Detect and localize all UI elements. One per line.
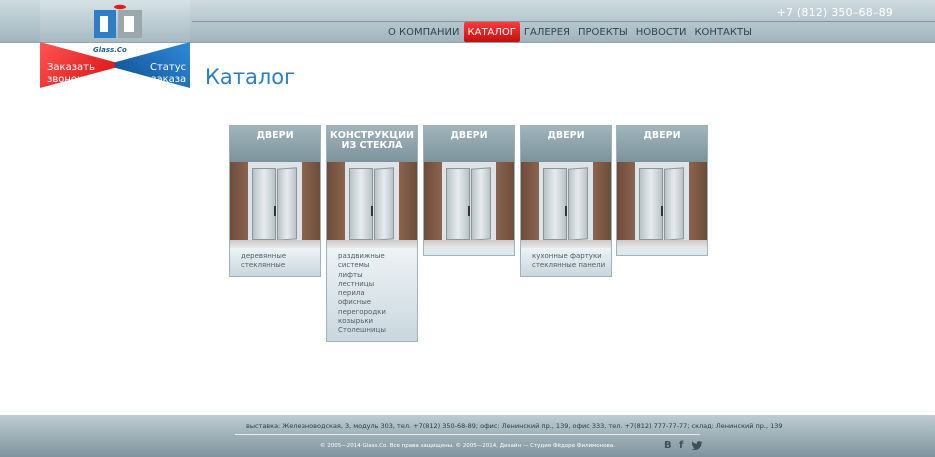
list-item[interactable]: козырьки (338, 317, 417, 326)
floor-strip (230, 240, 320, 248)
list-item[interactable]: раздвижные системы (338, 252, 417, 271)
nav-item-contacts[interactable]: КОНТАКТЫ (690, 22, 755, 42)
card-title[interactable]: КОНСТРУКЦИИ ИЗ СТЕКЛА (327, 126, 417, 162)
door-panel-left (446, 168, 470, 240)
order-status-line2: заказа (151, 74, 187, 85)
vk-icon[interactable]: В (664, 440, 672, 451)
door-handle (565, 206, 567, 216)
catalog-card-glass-constructions[interactable]: КОНСТРУКЦИИ ИЗ СТЕКЛА раздвижные системы… (326, 125, 418, 342)
nav-item-news[interactable]: НОВОСТИ (632, 22, 691, 42)
door-handle (661, 206, 663, 216)
door-image[interactable] (424, 162, 514, 248)
catalog-card-doors-4[interactable]: ДВЕРИ кухонные фартуки стеклянные панели (520, 125, 612, 277)
list-item[interactable]: Столешницы (338, 326, 417, 335)
card-subcategory-list: деревянные стеклянные (230, 248, 320, 276)
door-panel-left (639, 168, 663, 240)
floor-strip (617, 240, 707, 248)
card-title[interactable]: ДВЕРИ (424, 126, 514, 162)
nav-item-about[interactable]: О КОМПАНИИ (384, 22, 464, 42)
door-panel-left (349, 168, 373, 240)
catalog-card-doors-3[interactable]: ДВЕРИ (423, 125, 515, 256)
card-footer (424, 248, 514, 255)
list-item[interactable]: кухонные фартуки (532, 252, 611, 261)
card-footer (617, 248, 707, 255)
footer-address: выставка: Железноводская, 3, модуль 303,… (246, 422, 783, 430)
floor-strip (327, 240, 417, 248)
order-callback-label[interactable]: Заказать звонок (47, 62, 95, 86)
door-panel-right (471, 167, 491, 241)
order-callback-line1: Заказать (47, 62, 95, 73)
door-panel-left (252, 168, 276, 240)
list-item[interactable]: лифты (338, 271, 417, 280)
nav-item-gallery[interactable]: ГАЛЕРЕЯ (520, 22, 574, 42)
card-subcategory-list: раздвижные системы лифты лестницы перила… (327, 248, 417, 341)
catalog-card-doors-5[interactable]: ДВЕРИ (616, 125, 708, 256)
nav-item-projects[interactable]: ПРОЕКТЫ (574, 22, 632, 42)
list-item[interactable]: стеклянные (241, 261, 320, 270)
door-panel-right (374, 167, 394, 241)
list-item[interactable]: деревянные (241, 252, 320, 261)
twitter-icon[interactable] (691, 441, 703, 451)
footer-copyright: © 2005—2014 Glass.Co. Все права защищены… (320, 443, 615, 449)
card-subcategory-list: кухонные фартуки стеклянные панели (521, 248, 611, 276)
page-title: Каталог (205, 65, 296, 89)
door-image[interactable] (230, 162, 320, 248)
list-item[interactable]: офисные (338, 298, 417, 307)
list-item[interactable]: перила (338, 289, 417, 298)
floor-strip (521, 240, 611, 248)
header-phone[interactable]: +7 (812) 350–68–89 (777, 6, 893, 19)
list-item[interactable]: перегородки (338, 308, 417, 317)
nav-item-catalog[interactable]: КАТАЛОГ (463, 22, 520, 42)
main-nav: О КОМПАНИИ КАТАЛОГ ГАЛЕРЕЯ ПРОЕКТЫ НОВОС… (384, 22, 756, 42)
list-item[interactable]: лестницы (338, 280, 417, 289)
door-panel-right (277, 167, 297, 241)
list-item[interactable]: стеклянные панели (532, 261, 611, 270)
card-title[interactable]: ДВЕРИ (230, 126, 320, 162)
logo-wordmark: Glass.Co (93, 46, 127, 54)
card-title[interactable]: ДВЕРИ (617, 126, 707, 162)
order-status-line1: Статус (150, 62, 187, 73)
door-image[interactable] (521, 162, 611, 248)
order-status-label[interactable]: Статус заказа (150, 62, 186, 86)
door-panel-right (664, 167, 684, 241)
door-handle (371, 206, 373, 216)
footer-divider (235, 434, 700, 435)
card-title[interactable]: ДВЕРИ (521, 126, 611, 162)
door-handle (274, 206, 276, 216)
glassco-logo-icon[interactable] (90, 4, 148, 44)
facebook-icon[interactable]: f (679, 440, 683, 451)
door-image[interactable] (327, 162, 417, 248)
door-handle (468, 206, 470, 216)
floor-strip (424, 240, 514, 248)
door-image[interactable] (617, 162, 707, 248)
catalog-card-doors-1[interactable]: ДВЕРИ деревянные стеклянные (229, 125, 321, 277)
door-panel-left (543, 168, 567, 240)
door-panel-right (568, 167, 588, 241)
order-callback-line2: звонок (47, 74, 84, 85)
